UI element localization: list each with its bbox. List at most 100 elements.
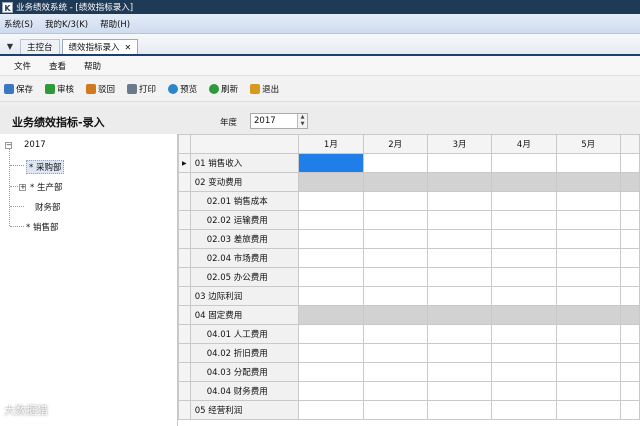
grid-cell[interactable] [619,286,640,306]
column-header-month[interactable]: 1月 [298,134,364,154]
grid-cell[interactable] [426,362,493,382]
grid-cell[interactable] [298,153,364,173]
grid-cell[interactable] [619,381,640,401]
column-header-month[interactable]: 2月 [362,134,428,154]
grid-cell[interactable] [491,286,557,306]
grid-cell[interactable] [362,381,428,401]
grid-cell[interactable] [491,267,557,287]
grid-cell[interactable] [491,324,557,344]
table-row[interactable]: 04 固定费用 [178,305,640,325]
table-row[interactable]: 02.03 差旅费用 [178,229,640,249]
menu-help[interactable]: 帮助(H) [100,18,130,30]
grid-cell[interactable] [619,248,640,268]
grid-cell[interactable] [555,286,621,306]
grid-cell[interactable] [362,191,428,211]
grid-cell[interactable] [426,191,493,211]
row-selector[interactable] [178,343,191,363]
grid-cell[interactable] [555,229,621,249]
grid-cell[interactable] [619,362,640,382]
tree-root-2017[interactable]: − 2017 [5,140,46,150]
grid-cell[interactable] [426,172,493,192]
grid-cell[interactable] [491,381,557,401]
row-selector[interactable] [178,305,191,325]
grid-cell[interactable] [619,400,640,420]
grid-cell[interactable] [491,191,557,211]
grid-cell[interactable] [362,229,428,249]
grid-cell[interactable] [298,305,364,325]
grid-cell[interactable] [362,305,428,325]
menu-view[interactable]: 查看 [49,60,66,72]
table-row[interactable]: 02.02 运输费用 [178,210,640,230]
grid-cell[interactable] [298,381,364,401]
print-button[interactable]: 打印 [127,83,156,95]
grid-cell[interactable] [426,305,493,325]
grid-cell[interactable] [298,229,364,249]
expand-icon[interactable]: + [19,183,26,191]
grid-cell[interactable] [491,305,557,325]
table-row[interactable]: 04.04 财务费用 [178,381,640,401]
grid-cell[interactable] [491,248,557,268]
grid-cell[interactable] [555,381,621,401]
row-selector[interactable] [178,172,191,192]
menu-my-k3[interactable]: 我的K/3(K) [45,18,88,30]
table-row[interactable]: 02.05 办公费用 [178,267,640,287]
grid-cell[interactable] [362,210,428,230]
grid-cell[interactable] [619,172,640,192]
table-row[interactable]: 03 边际利润 [178,286,640,306]
grid-cell[interactable] [619,153,640,173]
grid-cell[interactable] [362,362,428,382]
grid-cell[interactable] [298,286,364,306]
row-selector[interactable] [178,400,191,420]
grid-cell[interactable] [619,210,640,230]
grid-cell[interactable] [362,248,428,268]
column-header-month[interactable]: 5月 [555,134,621,154]
grid-cell[interactable] [426,343,493,363]
column-header-month[interactable]: 4月 [491,134,557,154]
grid-cell[interactable] [362,172,428,192]
grid-cell[interactable] [555,305,621,325]
grid-cell[interactable] [426,381,493,401]
grid-cell[interactable] [298,191,364,211]
spinner-arrows-icon[interactable]: ▲ ▼ [297,114,307,128]
tab-main-console[interactable]: 主控台 [20,39,60,54]
grid-cell[interactable] [362,400,428,420]
reject-button[interactable]: 驳回 [86,83,115,95]
grid-cell[interactable] [619,305,640,325]
grid-cell[interactable] [298,324,364,344]
grid-cell[interactable] [362,153,428,173]
grid-cell[interactable] [298,400,364,420]
tab-list-dropdown-icon[interactable]: ▼ [4,38,16,54]
menu-system[interactable]: 系统(S) [4,18,33,30]
tree-node-finance[interactable]: 财务部 [35,201,61,213]
table-row[interactable]: 02 变动费用 [178,172,640,192]
grid-cell[interactable] [426,400,493,420]
current-row-indicator-icon[interactable]: ▶ [178,153,191,173]
tree-node-purchasing[interactable]: * 采购部 [26,160,65,174]
row-selector[interactable] [178,286,191,306]
collapse-icon[interactable]: − [5,141,12,149]
close-icon[interactable]: ✕ [125,43,132,52]
table-row[interactable]: 04.01 人工费用 [178,324,640,344]
grid-cell[interactable] [298,343,364,363]
grid-cell[interactable] [555,191,621,211]
row-selector[interactable] [178,248,191,268]
grid-cell[interactable] [426,153,493,173]
grid-cell[interactable] [619,191,640,211]
grid-cell[interactable] [619,229,640,249]
grid-cell[interactable] [298,267,364,287]
grid-cell[interactable] [362,343,428,363]
grid-cell[interactable] [298,210,364,230]
grid-cell[interactable] [619,324,640,344]
refresh-button[interactable]: 刷新 [209,83,238,95]
row-selector[interactable] [178,191,191,211]
grid-cell[interactable] [298,248,364,268]
grid-cell[interactable] [426,210,493,230]
table-row[interactable]: ▶ 01 销售收入 [178,153,640,173]
grid-cell[interactable] [555,267,621,287]
table-row[interactable]: 02.04 市场费用 [178,248,640,268]
grid-cell[interactable] [555,248,621,268]
exit-button[interactable]: 退出 [250,83,279,95]
grid-cell[interactable] [619,267,640,287]
menu-file[interactable]: 文件 [14,60,31,72]
grid-cell[interactable] [426,229,493,249]
